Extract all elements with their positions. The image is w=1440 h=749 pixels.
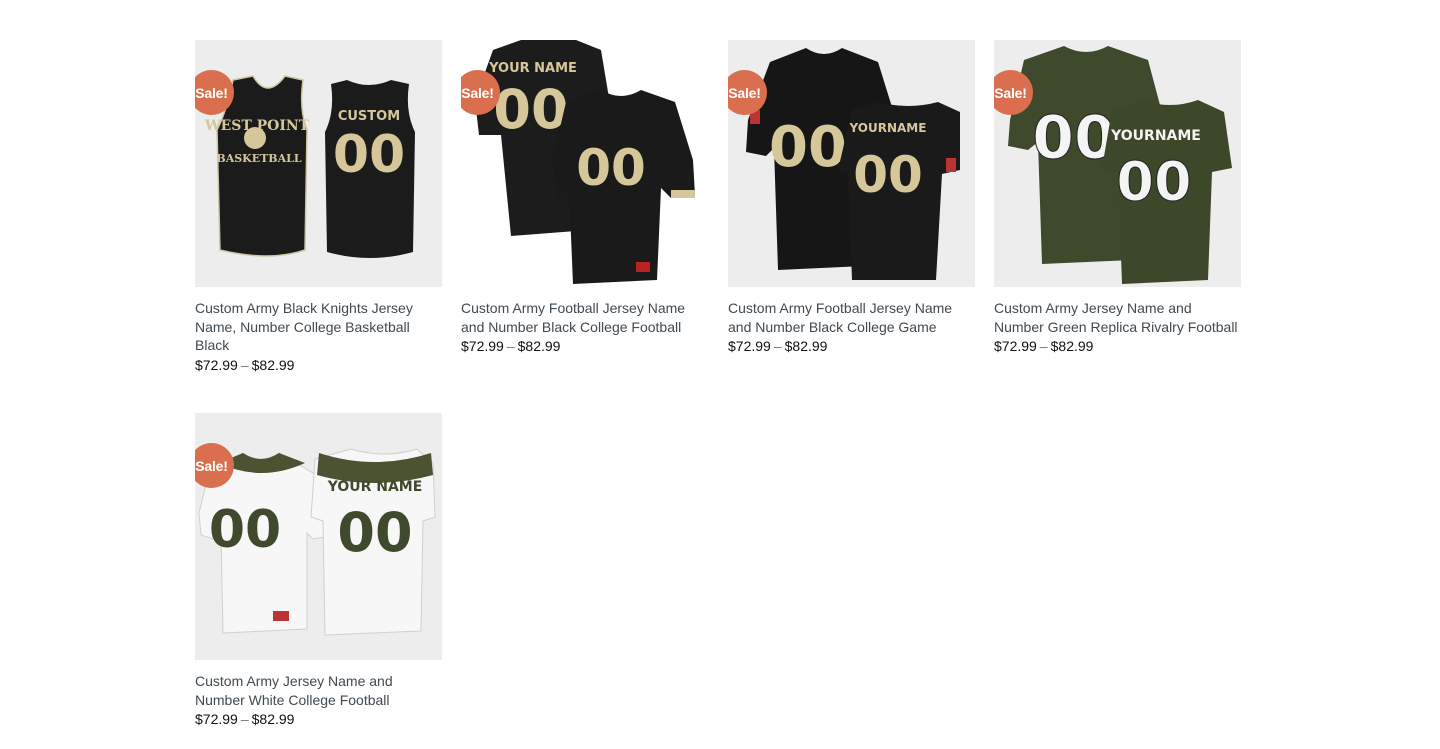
jersey-number: 00 <box>493 78 568 141</box>
product-price: $72.99– $82.99 <box>994 337 1241 356</box>
product-image-link[interactable]: YOUR NAME 00 00 Sale! <box>461 40 708 287</box>
back-name: YOURNAME <box>1110 128 1201 144</box>
product-price: $72.99– $82.99 <box>195 356 442 375</box>
svg-text:00: 00 <box>576 139 646 197</box>
back-name: YOUR NAME <box>488 61 577 76</box>
jersey-number: 00 <box>209 500 281 560</box>
product-image-link[interactable]: 00 YOUR NAME 00 Sale! <box>195 413 442 660</box>
green-football-jersey-image: 00 YOURNAME 00 <box>994 40 1241 287</box>
product-title-link[interactable]: Custom Army Black Knights Jersey Name, N… <box>195 299 442 355</box>
football-jersey-image: 00 YOURNAME 00 <box>728 40 975 287</box>
back-name: CUSTOM <box>338 109 400 124</box>
price-separator: – <box>1039 338 1048 354</box>
product-title-link[interactable]: Custom Army Jersey Name and Number White… <box>195 672 442 709</box>
product-card[interactable]: WEST POINT BASKETBALL CUSTOM 00 Sale! Cu… <box>195 40 442 375</box>
white-football-jersey-image: 00 YOUR NAME 00 <box>195 413 442 660</box>
product-card[interactable]: YOUR NAME 00 00 Sale! Custom Army Footba… <box>461 40 708 356</box>
price-separator: – <box>773 338 782 354</box>
front-text-2: BASKETBALL <box>216 152 301 165</box>
price-separator: – <box>506 338 515 354</box>
product-image-link[interactable]: WEST POINT BASKETBALL CUSTOM 00 Sale! <box>195 40 442 287</box>
svg-text:00: 00 <box>853 146 923 204</box>
back-name: YOURNAME <box>849 121 927 135</box>
jersey-number: 00 <box>333 125 405 185</box>
back-name: YOUR NAME <box>327 479 423 495</box>
product-title-link[interactable]: Custom Army Football Jersey Name and Num… <box>728 299 975 336</box>
svg-text:00: 00 <box>1116 150 1191 213</box>
price-min: $72.99 <box>461 338 504 354</box>
price-max: $82.99 <box>1050 338 1094 354</box>
product-image-link[interactable]: 00 YOURNAME 00 Sale! <box>728 40 975 287</box>
price-min: $72.99 <box>994 338 1037 354</box>
price-max: $82.99 <box>251 356 295 373</box>
jersey-number: 00 <box>769 115 847 180</box>
price-min: $72.99 <box>728 338 771 354</box>
product-price: $72.99– $82.99 <box>728 337 975 356</box>
product-title-link[interactable]: Custom Army Jersey Name and Number Green… <box>994 299 1241 336</box>
price-min: $72.99 <box>195 356 238 373</box>
price-separator: – <box>240 356 249 373</box>
price-max: $82.99 <box>517 338 561 354</box>
product-price: $72.99– $82.99 <box>461 337 708 356</box>
product-price: $72.99– $82.99 <box>195 710 442 729</box>
price-min: $72.99 <box>195 711 238 727</box>
price-max: $82.99 <box>784 338 828 354</box>
price-separator: – <box>240 711 249 727</box>
product-image-link[interactable]: 00 YOURNAME 00 Sale! <box>994 40 1241 287</box>
product-card[interactable]: 00 YOURNAME 00 Sale! Custom Army Footbal… <box>728 40 975 356</box>
basketball-jersey-image: WEST POINT BASKETBALL CUSTOM 00 <box>195 40 442 287</box>
product-card[interactable]: 00 YOUR NAME 00 Sale! Custom Army Jersey… <box>195 413 442 729</box>
product-title-link[interactable]: Custom Army Football Jersey Name and Num… <box>461 299 708 336</box>
football-jersey-image: YOUR NAME 00 00 <box>461 40 708 287</box>
price-max: $82.99 <box>251 711 295 727</box>
svg-text:00: 00 <box>337 501 412 564</box>
product-card[interactable]: 00 YOURNAME 00 Sale! Custom Army Jersey … <box>994 40 1241 356</box>
